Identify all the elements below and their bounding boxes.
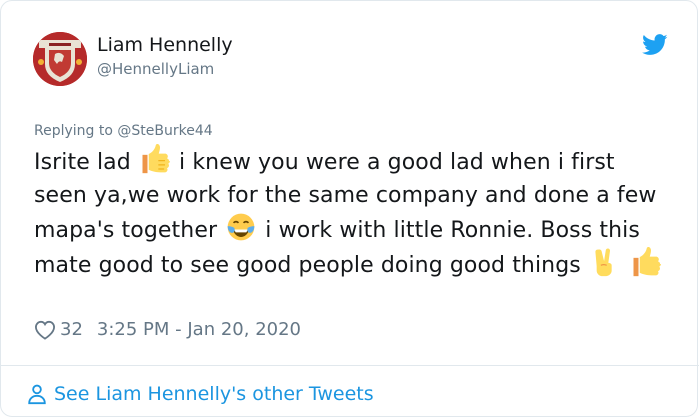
person-icon bbox=[28, 384, 46, 405]
reply-to-handle-link[interactable]: @SteBurke44 bbox=[117, 123, 212, 139]
thumbs-up-icon bbox=[633, 247, 661, 277]
victory-hand-icon bbox=[595, 248, 612, 277]
liverpool-crest-icon bbox=[33, 32, 87, 86]
thumbs-up-icon bbox=[142, 144, 170, 174]
author-handle[interactable]: @HennellyLiam bbox=[97, 60, 214, 78]
twitter-bird-icon[interactable] bbox=[642, 34, 668, 56]
heart-icon[interactable] bbox=[34, 320, 56, 340]
avatar[interactable] bbox=[33, 32, 87, 86]
like-count[interactable]: 32 bbox=[60, 319, 83, 340]
replying-to: Replying to @SteBurke44 bbox=[34, 123, 213, 139]
tweet-text: Isrite lad i knew you were a good lad wh… bbox=[34, 144, 674, 282]
see-other-tweets-link[interactable]: See Liam Hennelly's other Tweets bbox=[26, 383, 374, 405]
tweet-timestamp[interactable]: 3:25 PM - Jan 20, 2020 bbox=[97, 319, 301, 340]
tweet-card: Liam Hennelly @HennellyLiam Replying to … bbox=[0, 0, 699, 417]
tweet-text-part-1: Isrite lad bbox=[34, 150, 131, 175]
tears-of-joy-icon bbox=[227, 213, 255, 241]
divider bbox=[1, 365, 699, 366]
author-name[interactable]: Liam Hennelly bbox=[97, 34, 233, 56]
replying-to-label: Replying to bbox=[34, 123, 118, 139]
tweet-meta: 32 3:25 PM - Jan 20, 2020 bbox=[34, 319, 301, 340]
see-other-tweets-label: See Liam Hennelly's other Tweets bbox=[54, 383, 374, 405]
